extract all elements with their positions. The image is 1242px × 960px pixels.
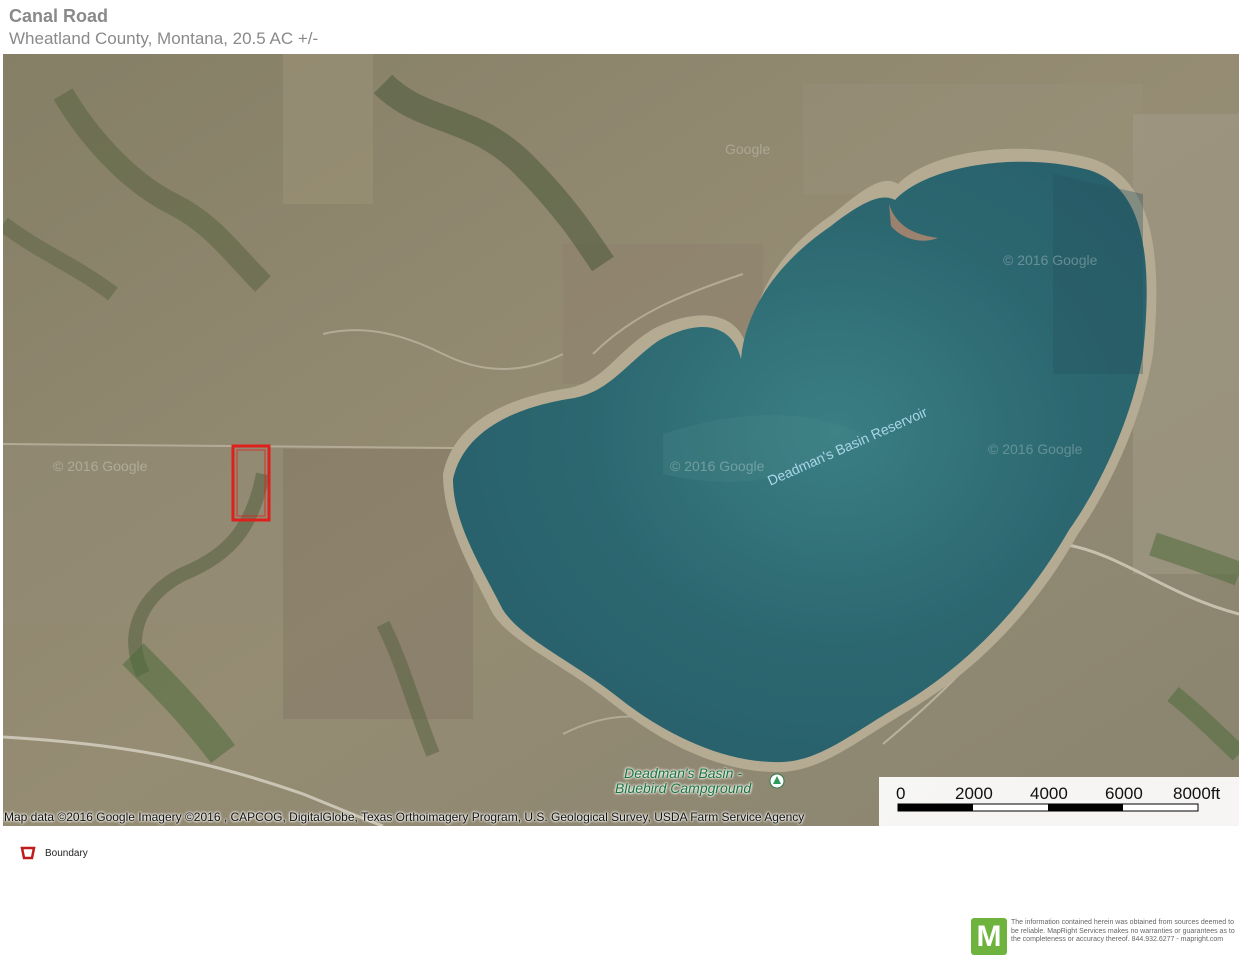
map-legend: Boundary <box>20 846 88 860</box>
watermark: © 2016 Google <box>53 458 148 474</box>
legend-boundary-label: Boundary <box>45 847 88 859</box>
mapright-logo: M <box>971 918 1007 955</box>
watermark: © 2016 Google <box>1003 252 1098 268</box>
watermark: © 2016 Google <box>988 441 1083 457</box>
water-tile <box>1053 174 1143 374</box>
scale-bar: 0 2000 4000 6000 8000ft <box>879 777 1239 826</box>
map-imagery <box>3 54 1239 826</box>
campground-label-line2: Bluebird Campground <box>615 780 752 796</box>
satellite-map[interactable]: © 2016 Google © 2016 Google © 2016 Googl… <box>3 54 1239 826</box>
boundary-legend-icon <box>20 846 36 860</box>
disclaimer-text: The information contained herein was obt… <box>1011 919 1235 944</box>
campground-label[interactable]: Deadman's Basin - Bluebird Campground <box>615 766 751 796</box>
watermark: © 2016 Google <box>670 458 765 474</box>
map-title: Canal Road <box>9 6 109 26</box>
watermark: Google <box>725 141 771 157</box>
map-subtitle: Wheatland County, Montana, 20.5 AC +/- <box>9 29 319 48</box>
field-parcel <box>283 54 373 204</box>
campground-label-line1: Deadman's Basin - <box>624 765 743 781</box>
map-attribution: Map data ©2016 Google Imagery ©2016 , CA… <box>4 810 805 824</box>
scale-bar-graphic <box>897 803 1199 812</box>
mapright-footer: M The information contained herein was o… <box>971 918 1239 958</box>
